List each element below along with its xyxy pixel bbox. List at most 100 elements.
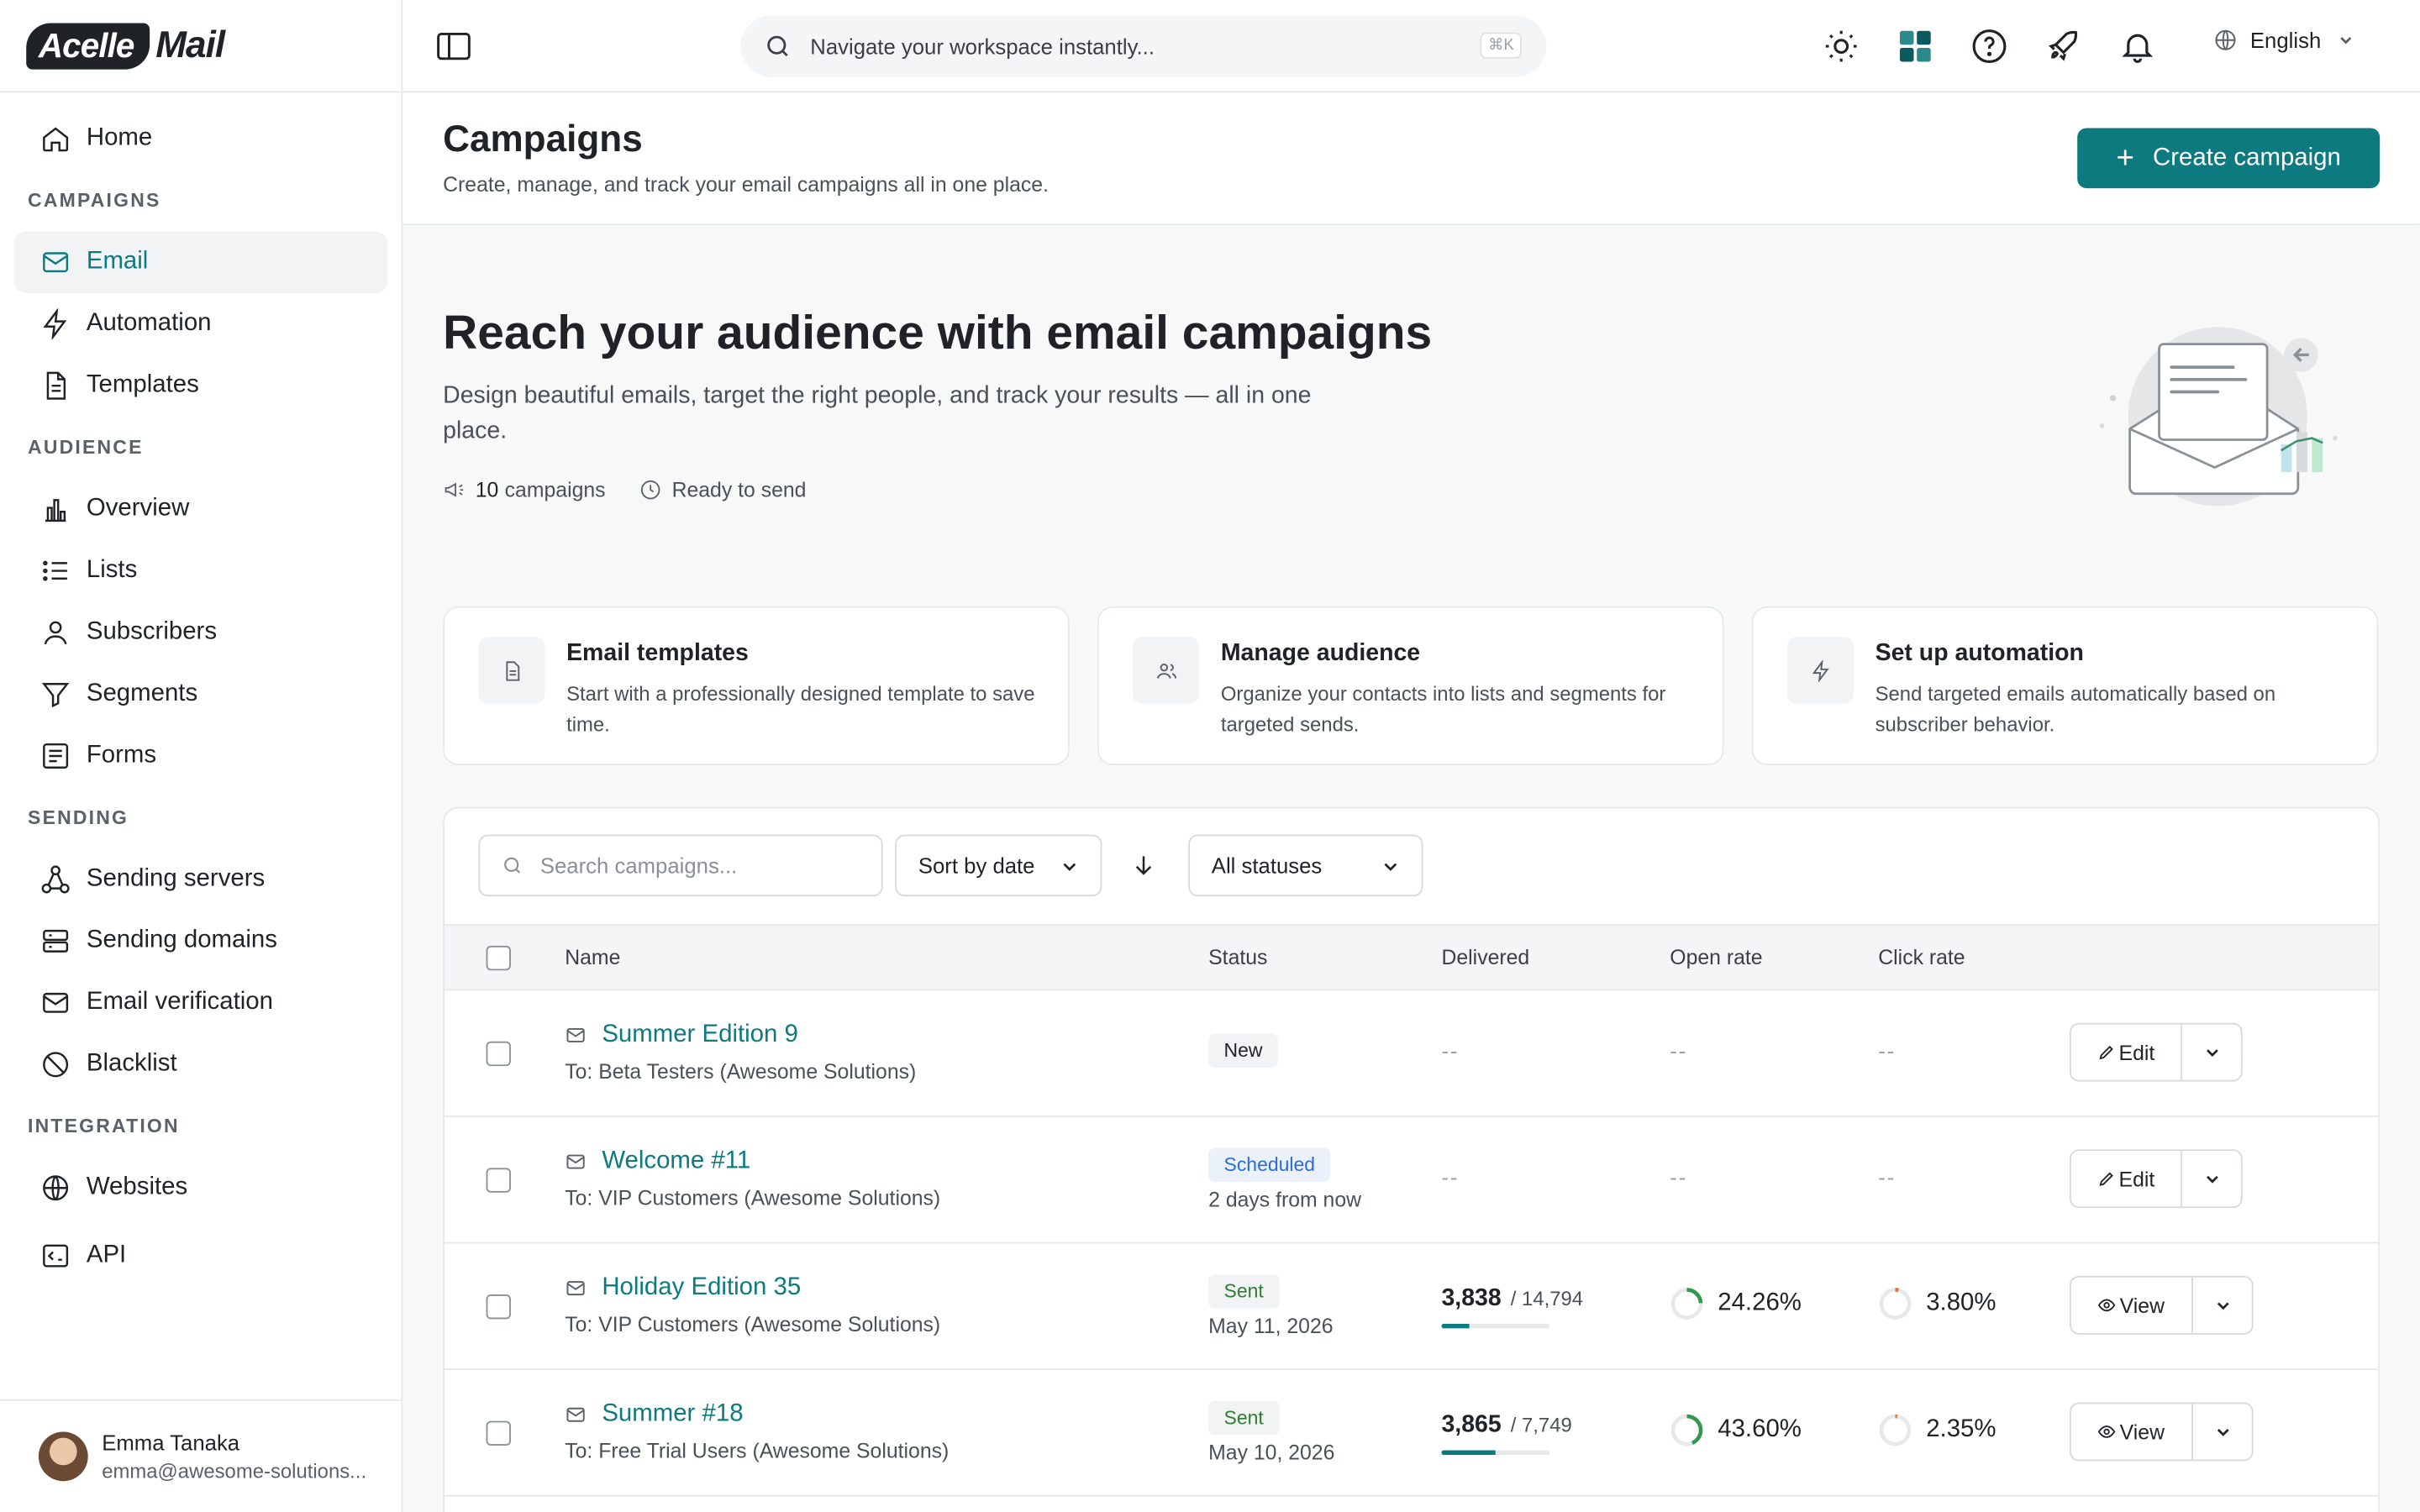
delivered-value: 3,838 (1441, 1284, 1502, 1312)
row-menu-button[interactable] (2182, 1151, 2241, 1206)
view-button[interactable]: View (2071, 1404, 2193, 1460)
row-actions: View (2070, 1402, 2254, 1462)
click-rate: 2.35% (1878, 1413, 1996, 1446)
status-badge: Scheduled (1208, 1147, 1331, 1182)
sidebar-item-overview[interactable]: Overview (14, 478, 387, 539)
sidebar-item-email-verification[interactable]: Email verification (14, 972, 387, 1033)
apps-icon[interactable] (1897, 28, 1933, 65)
click-rate-ring-icon (1879, 1414, 1912, 1446)
card-title: Email templates (566, 640, 749, 667)
sidebar-item-label: Email verification (86, 989, 273, 1016)
row-checkbox[interactable] (486, 1168, 511, 1193)
delivered-count: 3,865 / 7,749 (1441, 1412, 1571, 1440)
language-selector[interactable]: English (2213, 28, 2368, 52)
section-integration: INTEGRATION (28, 1115, 180, 1137)
sidebar-item-label: Websites (86, 1173, 188, 1200)
chevron-down-icon (2217, 1428, 2228, 1436)
view-button[interactable]: View (2071, 1277, 2193, 1333)
edit-button[interactable]: Edit (2071, 1151, 2183, 1207)
sidebar-item-api[interactable]: API (14, 1225, 387, 1286)
search-icon (504, 857, 521, 874)
chevron-down-icon (2217, 1301, 2228, 1310)
delivered-progress (1441, 1323, 1550, 1329)
open-rate-ring-icon (1670, 1414, 1703, 1446)
card-icon (1133, 637, 1200, 704)
sidebar-toggle-icon[interactable] (437, 31, 471, 62)
sidebar-item-automation[interactable]: Automation (14, 293, 387, 354)
sidebar-item-home[interactable]: Home (14, 108, 387, 170)
row-checkbox[interactable] (486, 1420, 511, 1446)
card-description: Send targeted emails automatically based… (1875, 681, 2276, 737)
col-open-rate: Open rate (1670, 945, 1763, 969)
campaign-name-link[interactable]: Summer #18 (565, 1401, 744, 1429)
page-subtitle: Create, manage, and track your email cam… (443, 172, 1049, 197)
sidebar-item-sending-domains[interactable]: Sending domains (14, 911, 387, 972)
sidebar-item-websites[interactable]: Websites (14, 1158, 387, 1219)
campaign-name-link[interactable]: Holiday Edition 35 (565, 1274, 801, 1302)
language-label: English (2249, 28, 2322, 53)
sidebar-item-subscribers[interactable]: Subscribers (14, 601, 387, 663)
hero-meta: 10 campaigns Ready to send (443, 478, 806, 501)
card-setup-automation[interactable]: Set up automation Send targeted emails a… (1751, 606, 2379, 766)
sidebar-item-sending-servers[interactable]: Sending servers (14, 848, 387, 910)
card-description: Organize your contacts into lists and se… (1220, 681, 1666, 737)
shortcut-hint: ⌘K (1480, 32, 1522, 59)
mail-icon (566, 1154, 585, 1169)
campaign-search-input[interactable]: Search campaigns... (478, 834, 883, 897)
page-header: Campaigns Create, manage, and track your… (402, 94, 2420, 226)
mail-icon (43, 252, 69, 273)
pencil-icon (2099, 1172, 2113, 1186)
bell-icon[interactable] (2119, 28, 2156, 65)
terminal-icon (43, 1244, 69, 1268)
sort-select[interactable]: Sort by date (895, 834, 1102, 897)
sort-label: Sort by date (918, 853, 1035, 879)
row-menu-button[interactable] (2182, 1025, 2241, 1080)
campaign-name-link[interactable]: Welcome #11 (565, 1148, 750, 1176)
status-detail: 2 days from now (1208, 1188, 1362, 1211)
sidebar-item-forms[interactable]: Forms (14, 725, 387, 786)
sidebar-item-label: Segments (86, 680, 198, 707)
sidebar-item-templates[interactable]: Templates (14, 354, 387, 416)
table-row: Summer #18 To: Free Trial Users (Awesome… (444, 1370, 2379, 1497)
sidebar-item-label: Lists (86, 557, 138, 584)
chevron-down-icon (1384, 863, 1397, 871)
row-checkbox[interactable] (486, 1041, 511, 1067)
view-label: View (2119, 1294, 2165, 1317)
user-profile[interactable]: Emma Tanaka emma@awesome-solutions... (0, 1399, 402, 1512)
chevron-down-icon (2340, 37, 2352, 45)
plus-icon: + (2116, 141, 2135, 176)
sidebar-item-segments[interactable]: Segments (14, 664, 387, 725)
workspace-search-input[interactable]: Navigate your workspace instantly... ⌘K (740, 15, 1547, 77)
rocket-icon[interactable] (2045, 28, 2082, 65)
status-select[interactable]: All statuses (1188, 834, 1423, 897)
delivered-total: / 7,749 (1510, 1413, 1572, 1436)
click-rate-ring-icon (1879, 1288, 1912, 1320)
row-menu-button[interactable] (2193, 1404, 2252, 1459)
row-menu-button[interactable] (2193, 1278, 2252, 1333)
chevron-down-icon (2206, 1174, 2217, 1183)
edit-button[interactable]: Edit (2071, 1024, 2183, 1080)
topbar: Navigate your workspace instantly... ⌘K … (402, 0, 2420, 93)
sidebar-item-blacklist[interactable]: Blacklist (14, 1034, 387, 1095)
hero-subtitle: Design beautiful emails, target the righ… (443, 382, 1312, 444)
filter-icon (41, 683, 70, 708)
campaign-recipients: To: Free Trial Users (Awesome Solutions) (565, 1439, 950, 1463)
help-icon[interactable] (1970, 28, 2007, 65)
sort-direction-icon[interactable] (1129, 852, 1157, 879)
page-title: Campaigns (443, 118, 643, 161)
campaign-name-link[interactable]: Summer Edition 9 (565, 1021, 798, 1049)
status-detail: May 11, 2026 (1208, 1314, 1334, 1338)
megaphone-icon (445, 482, 464, 497)
open-rate-value: 24.26% (1718, 1289, 1802, 1316)
logo[interactable]: Acelle Mail (0, 0, 402, 93)
sidebar-item-lists[interactable]: Lists (14, 540, 387, 601)
select-all-checkbox[interactable] (486, 945, 511, 971)
card-email-templates[interactable]: Email templates Start with a professiona… (443, 606, 1070, 766)
row-checkbox[interactable] (486, 1294, 511, 1320)
sidebar-item-email[interactable]: Email (13, 231, 388, 293)
sun-icon[interactable] (1823, 28, 1860, 65)
card-manage-audience[interactable]: Manage audience Organize your contacts i… (1097, 606, 1724, 766)
network-icon (41, 865, 70, 894)
create-campaign-button[interactable]: + Create campaign (2077, 128, 2381, 189)
eye-icon (2098, 1425, 2117, 1438)
